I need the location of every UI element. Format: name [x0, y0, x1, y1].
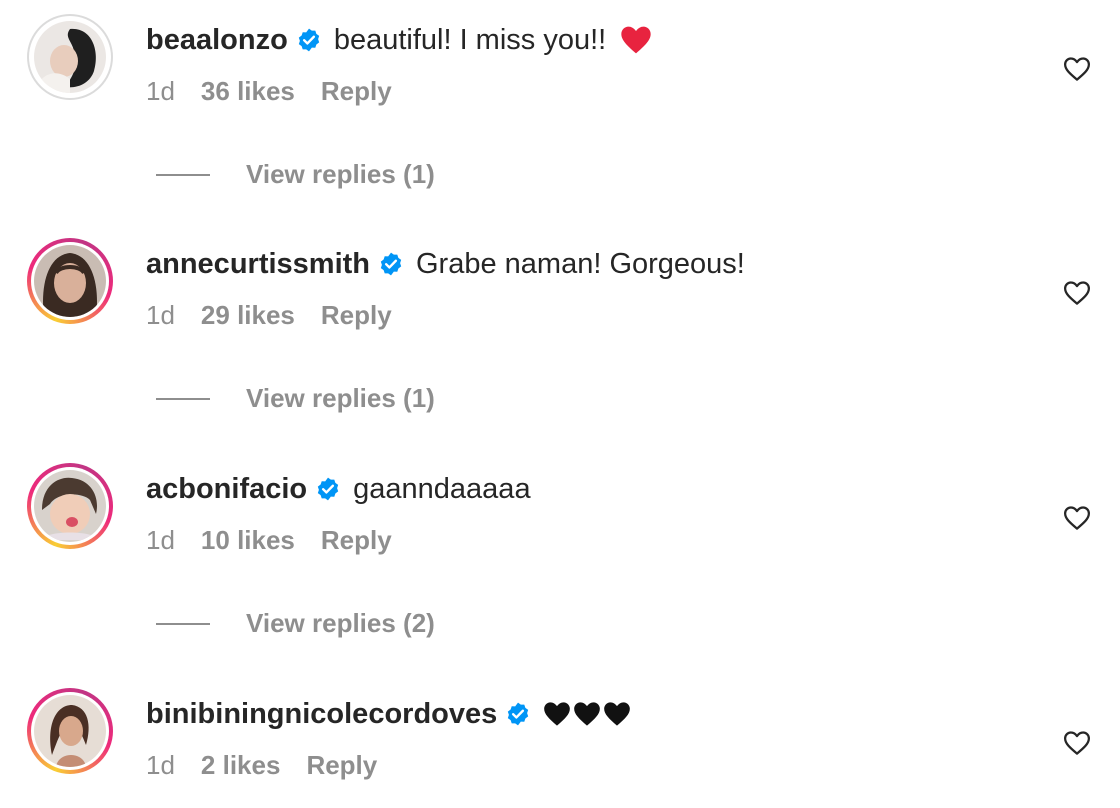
view-replies-label: View replies (1) [246, 159, 435, 189]
avatar-image [34, 695, 106, 767]
comment-timestamp: 1d [146, 525, 175, 555]
comment-username[interactable]: annecurtissmith [146, 248, 370, 281]
comment-timestamp: 1d [146, 750, 175, 780]
heart-outline-icon[interactable] [1062, 54, 1092, 84]
heart-outline-icon[interactable] [1062, 728, 1092, 758]
reply-button[interactable]: Reply [321, 76, 392, 107]
verified-badge-icon [296, 27, 322, 53]
avatar[interactable] [27, 238, 113, 324]
comment-likes-count[interactable]: 29 likes [201, 300, 295, 331]
comment-timestamp: 1d [146, 76, 175, 106]
divider [156, 173, 210, 176]
reply-button[interactable]: Reply [321, 525, 392, 556]
comment-username[interactable]: binibiningnicolecordoves [146, 698, 497, 731]
comment-text: gaanndaaaaa [353, 472, 531, 505]
verified-badge-icon [505, 701, 531, 727]
comment-timestamp: 1d [146, 300, 175, 330]
reply-button[interactable]: Reply [321, 300, 392, 331]
heart-outline-icon[interactable] [1062, 503, 1092, 533]
view-replies-button[interactable]: View replies (2) [156, 608, 435, 639]
verified-badge-icon [315, 476, 341, 502]
divider [156, 622, 210, 625]
avatar-image [34, 21, 106, 93]
avatar[interactable] [27, 14, 113, 100]
view-replies-label: View replies (2) [246, 608, 435, 638]
comments-list: beaalonzo beautiful! I miss you!! 1d 36 … [0, 0, 1120, 808]
view-replies-button[interactable]: View replies (1) [156, 159, 435, 190]
avatar-image [34, 470, 106, 542]
black-heart-emoji-icon [543, 701, 631, 727]
comment-likes-count[interactable]: 2 likes [201, 750, 281, 781]
red-heart-emoji-icon [620, 25, 652, 55]
comment-username[interactable]: beaalonzo [146, 24, 288, 57]
avatar[interactable] [27, 463, 113, 549]
comment-text: Grabe naman! Gorgeous! [416, 247, 745, 280]
reply-button[interactable]: Reply [306, 750, 377, 781]
heart-outline-icon[interactable] [1062, 278, 1092, 308]
view-replies-label: View replies (1) [246, 383, 435, 413]
verified-badge-icon [378, 251, 404, 277]
divider [156, 397, 210, 400]
avatar-image [34, 245, 106, 317]
comment-likes-count[interactable]: 36 likes [201, 76, 295, 107]
comment-likes-count[interactable]: 10 likes [201, 525, 295, 556]
comment-text: beautiful! I miss you!! [333, 23, 607, 56]
avatar[interactable] [27, 688, 113, 774]
view-replies-button[interactable]: View replies (1) [156, 383, 435, 414]
comment-username[interactable]: acbonifacio [146, 473, 307, 506]
